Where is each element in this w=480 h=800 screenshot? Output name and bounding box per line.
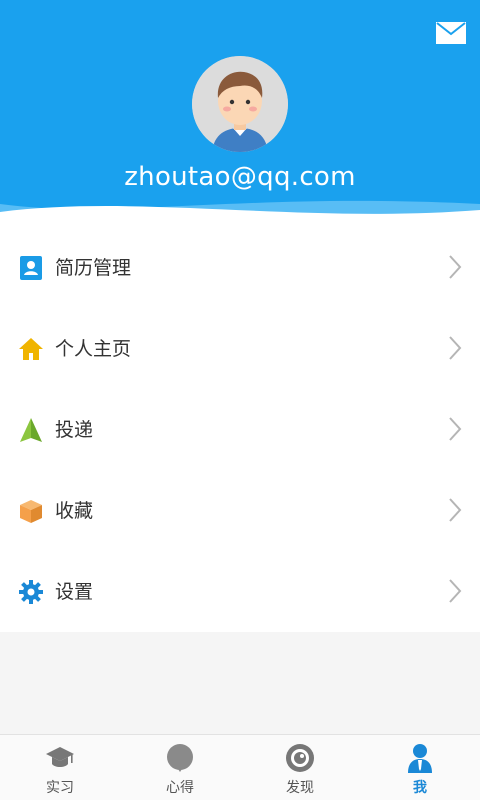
menu-item-settings[interactable]: 设置	[0, 552, 480, 633]
chevron-right-icon	[449, 498, 462, 522]
graduation-cap-icon	[46, 747, 74, 767]
profile-header: zhoutao@qq.com	[0, 0, 480, 230]
paper-plane-icon	[20, 418, 42, 442]
avatar[interactable]	[192, 56, 288, 152]
tab-label: 心得	[166, 780, 194, 796]
user-email: zhoutao@qq.com	[124, 162, 356, 192]
person-icon	[408, 744, 432, 773]
menu-item-deliver[interactable]: 投递	[0, 390, 480, 471]
tab-label: 实习	[46, 780, 74, 796]
tab-label: 我	[413, 780, 427, 796]
bottom-tab-bar: 实习 心得 发现 我	[0, 734, 480, 800]
chevron-right-icon	[449, 417, 462, 441]
gear-icon	[19, 580, 43, 604]
balloon-icon	[167, 744, 193, 772]
home-icon	[19, 338, 43, 360]
resume-icon	[20, 256, 42, 280]
menu-item-label: 投递	[55, 419, 94, 441]
chevron-right-icon	[449, 255, 462, 279]
menu-item-favorites[interactable]: 收藏	[0, 471, 480, 552]
header-wave	[0, 200, 480, 230]
chevron-right-icon	[449, 336, 462, 360]
eye-icon	[286, 744, 314, 772]
menu-item-label: 收藏	[55, 500, 94, 522]
tab-label: 发现	[286, 780, 314, 796]
boy-avatar-icon	[192, 56, 288, 152]
tab-experience[interactable]: 心得	[120, 735, 240, 800]
tab-internship[interactable]: 实习	[0, 735, 120, 800]
menu-item-label: 简历管理	[55, 257, 132, 279]
box-icon	[20, 500, 42, 523]
envelope-icon[interactable]	[436, 22, 466, 44]
menu-list: 简历管理 个人主页 投递 收藏 设置	[0, 228, 480, 632]
menu-item-label: 设置	[55, 581, 94, 603]
menu-item-label: 个人主页	[55, 338, 132, 360]
menu-item-resume[interactable]: 简历管理	[0, 228, 480, 309]
menu-item-homepage[interactable]: 个人主页	[0, 309, 480, 390]
chevron-right-icon	[449, 579, 462, 603]
tab-me[interactable]: 我	[360, 735, 480, 800]
tab-discover[interactable]: 发现	[240, 735, 360, 800]
